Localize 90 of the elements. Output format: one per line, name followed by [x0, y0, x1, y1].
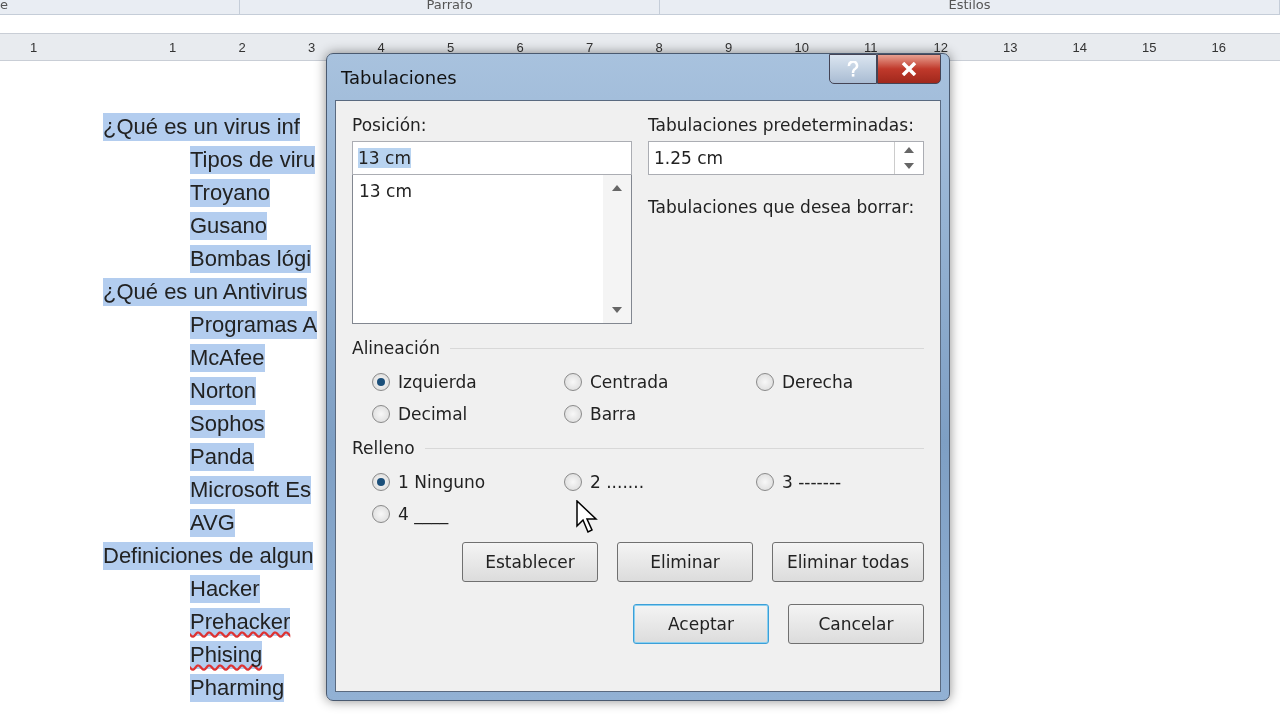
outline-heading: Definiciones de algun — [103, 542, 314, 570]
ruler-number: 5 — [447, 39, 456, 55]
outline-subitem: Programas A — [190, 311, 318, 339]
tab-stops-list[interactable]: 13 cm — [352, 175, 632, 324]
ruler-number: 16 — [1211, 39, 1227, 55]
radio-option[interactable]: Izquierda — [372, 372, 564, 392]
radio-option[interactable]: 2 ....... — [564, 472, 756, 492]
radio-button[interactable] — [564, 473, 582, 491]
down-arrow-icon — [904, 163, 914, 169]
radio-button[interactable] — [756, 373, 774, 391]
ruler-number: 1 — [169, 39, 178, 55]
outline-subitem: Bombas lógi — [190, 245, 312, 273]
radio-label: 1 Ninguno — [398, 472, 486, 492]
ruler-number: 7 — [586, 39, 595, 55]
radio-option[interactable]: 1 Ninguno — [372, 472, 564, 492]
position-label: Posición: — [352, 115, 428, 135]
radio-option[interactable]: 3 ------- — [756, 472, 924, 492]
ruler-number: 6 — [516, 39, 525, 55]
radio-label: Centrada — [590, 372, 669, 392]
list-item[interactable]: 13 cm — [359, 181, 597, 201]
down-arrow-icon — [612, 307, 622, 313]
outline-subitem: Panda — [190, 443, 254, 471]
outline-subitem: McAfee — [190, 344, 265, 372]
default-tabs-spinner[interactable]: 1.25 cm — [648, 141, 924, 175]
ruler-number: 15 — [1142, 39, 1158, 55]
up-arrow-icon — [612, 185, 622, 191]
ruler-number: 8 — [655, 39, 664, 55]
leader-group-label: Relleno — [352, 438, 415, 458]
cancel-button[interactable]: Cancelar — [788, 604, 924, 644]
mouse-pointer-icon — [576, 500, 598, 534]
outline-subitem: Prehacker — [190, 608, 291, 636]
ruler-number: 1 — [30, 39, 39, 55]
ruler-number: 2 — [238, 39, 247, 55]
radio-button[interactable] — [372, 373, 390, 391]
default-tabs-label: Tabulaciones predeterminadas: — [648, 115, 915, 135]
radio-label: Izquierda — [398, 372, 477, 392]
outline-subitem: Troyano — [190, 179, 270, 207]
radio-label: 3 ------- — [782, 472, 842, 492]
action-button[interactable]: Eliminar todas — [772, 542, 924, 582]
help-icon — [847, 61, 859, 77]
outline-subitem: Tipos de viru — [190, 146, 316, 174]
ruler-number: 3 — [308, 39, 317, 55]
radio-option[interactable]: Barra — [564, 404, 756, 424]
alignment-group-label: Alineación — [352, 338, 440, 358]
outline-subitem: Hacker — [190, 575, 260, 603]
ribbon-group-label: Estilos — [660, 0, 1280, 14]
radio-button[interactable] — [564, 405, 582, 423]
ruler-number: 12 — [933, 39, 949, 55]
radio-option[interactable]: Centrada — [564, 372, 756, 392]
ruler-number: 10 — [794, 39, 810, 55]
radio-button[interactable] — [372, 473, 390, 491]
outline-subitem: Microsoft Es — [190, 476, 312, 504]
radio-label: Derecha — [782, 372, 854, 392]
outline-subitem: AVG — [190, 509, 235, 537]
help-button[interactable] — [829, 54, 877, 84]
ruler-number: 11 — [864, 39, 879, 55]
dialog-title: Tabulaciones — [340, 66, 457, 88]
up-arrow-icon — [904, 147, 914, 153]
radio-option[interactable]: Derecha — [756, 372, 924, 392]
radio-label: Decimal — [398, 404, 468, 424]
outline-subitem: Phising — [190, 641, 263, 669]
radio-button[interactable] — [372, 505, 390, 523]
outline-subitem: Norton — [190, 377, 257, 405]
scrollbar[interactable] — [603, 175, 631, 323]
radio-option[interactable]: Decimal — [372, 404, 564, 424]
position-field[interactable]: 13 cm — [352, 141, 632, 175]
close-button[interactable] — [877, 54, 941, 84]
ribbon-group-label: Parrafo — [240, 0, 660, 14]
ruler-number: 13 — [1003, 39, 1019, 55]
ruler-number: 14 — [1072, 39, 1088, 55]
ruler-number: 4 — [377, 39, 386, 55]
ok-button[interactable]: Aceptar — [633, 604, 769, 644]
radio-label: 4 ____ — [398, 504, 449, 524]
action-button[interactable]: Eliminar — [617, 542, 753, 582]
radio-label: Barra — [590, 404, 637, 424]
ribbon-group-label: e — [0, 0, 240, 14]
radio-button[interactable] — [756, 473, 774, 491]
outline-subitem: Gusano — [190, 212, 268, 240]
outline-subitem: Pharming — [190, 674, 285, 702]
clear-tabs-label: Tabulaciones que desea borrar: — [648, 197, 916, 217]
radio-button[interactable] — [372, 405, 390, 423]
radio-option[interactable]: 4 ____ — [372, 504, 564, 524]
radio-button[interactable] — [564, 373, 582, 391]
action-button[interactable]: Establecer — [462, 542, 598, 582]
outline-heading: ¿Qué es un virus inf — [103, 113, 300, 141]
close-icon — [901, 62, 917, 76]
outline-subitem: Sophos — [190, 410, 265, 438]
radio-label: 2 ....... — [590, 472, 645, 492]
outline-heading: ¿Qué es un Antivirus — [103, 278, 308, 306]
ruler-number: 9 — [725, 39, 734, 55]
